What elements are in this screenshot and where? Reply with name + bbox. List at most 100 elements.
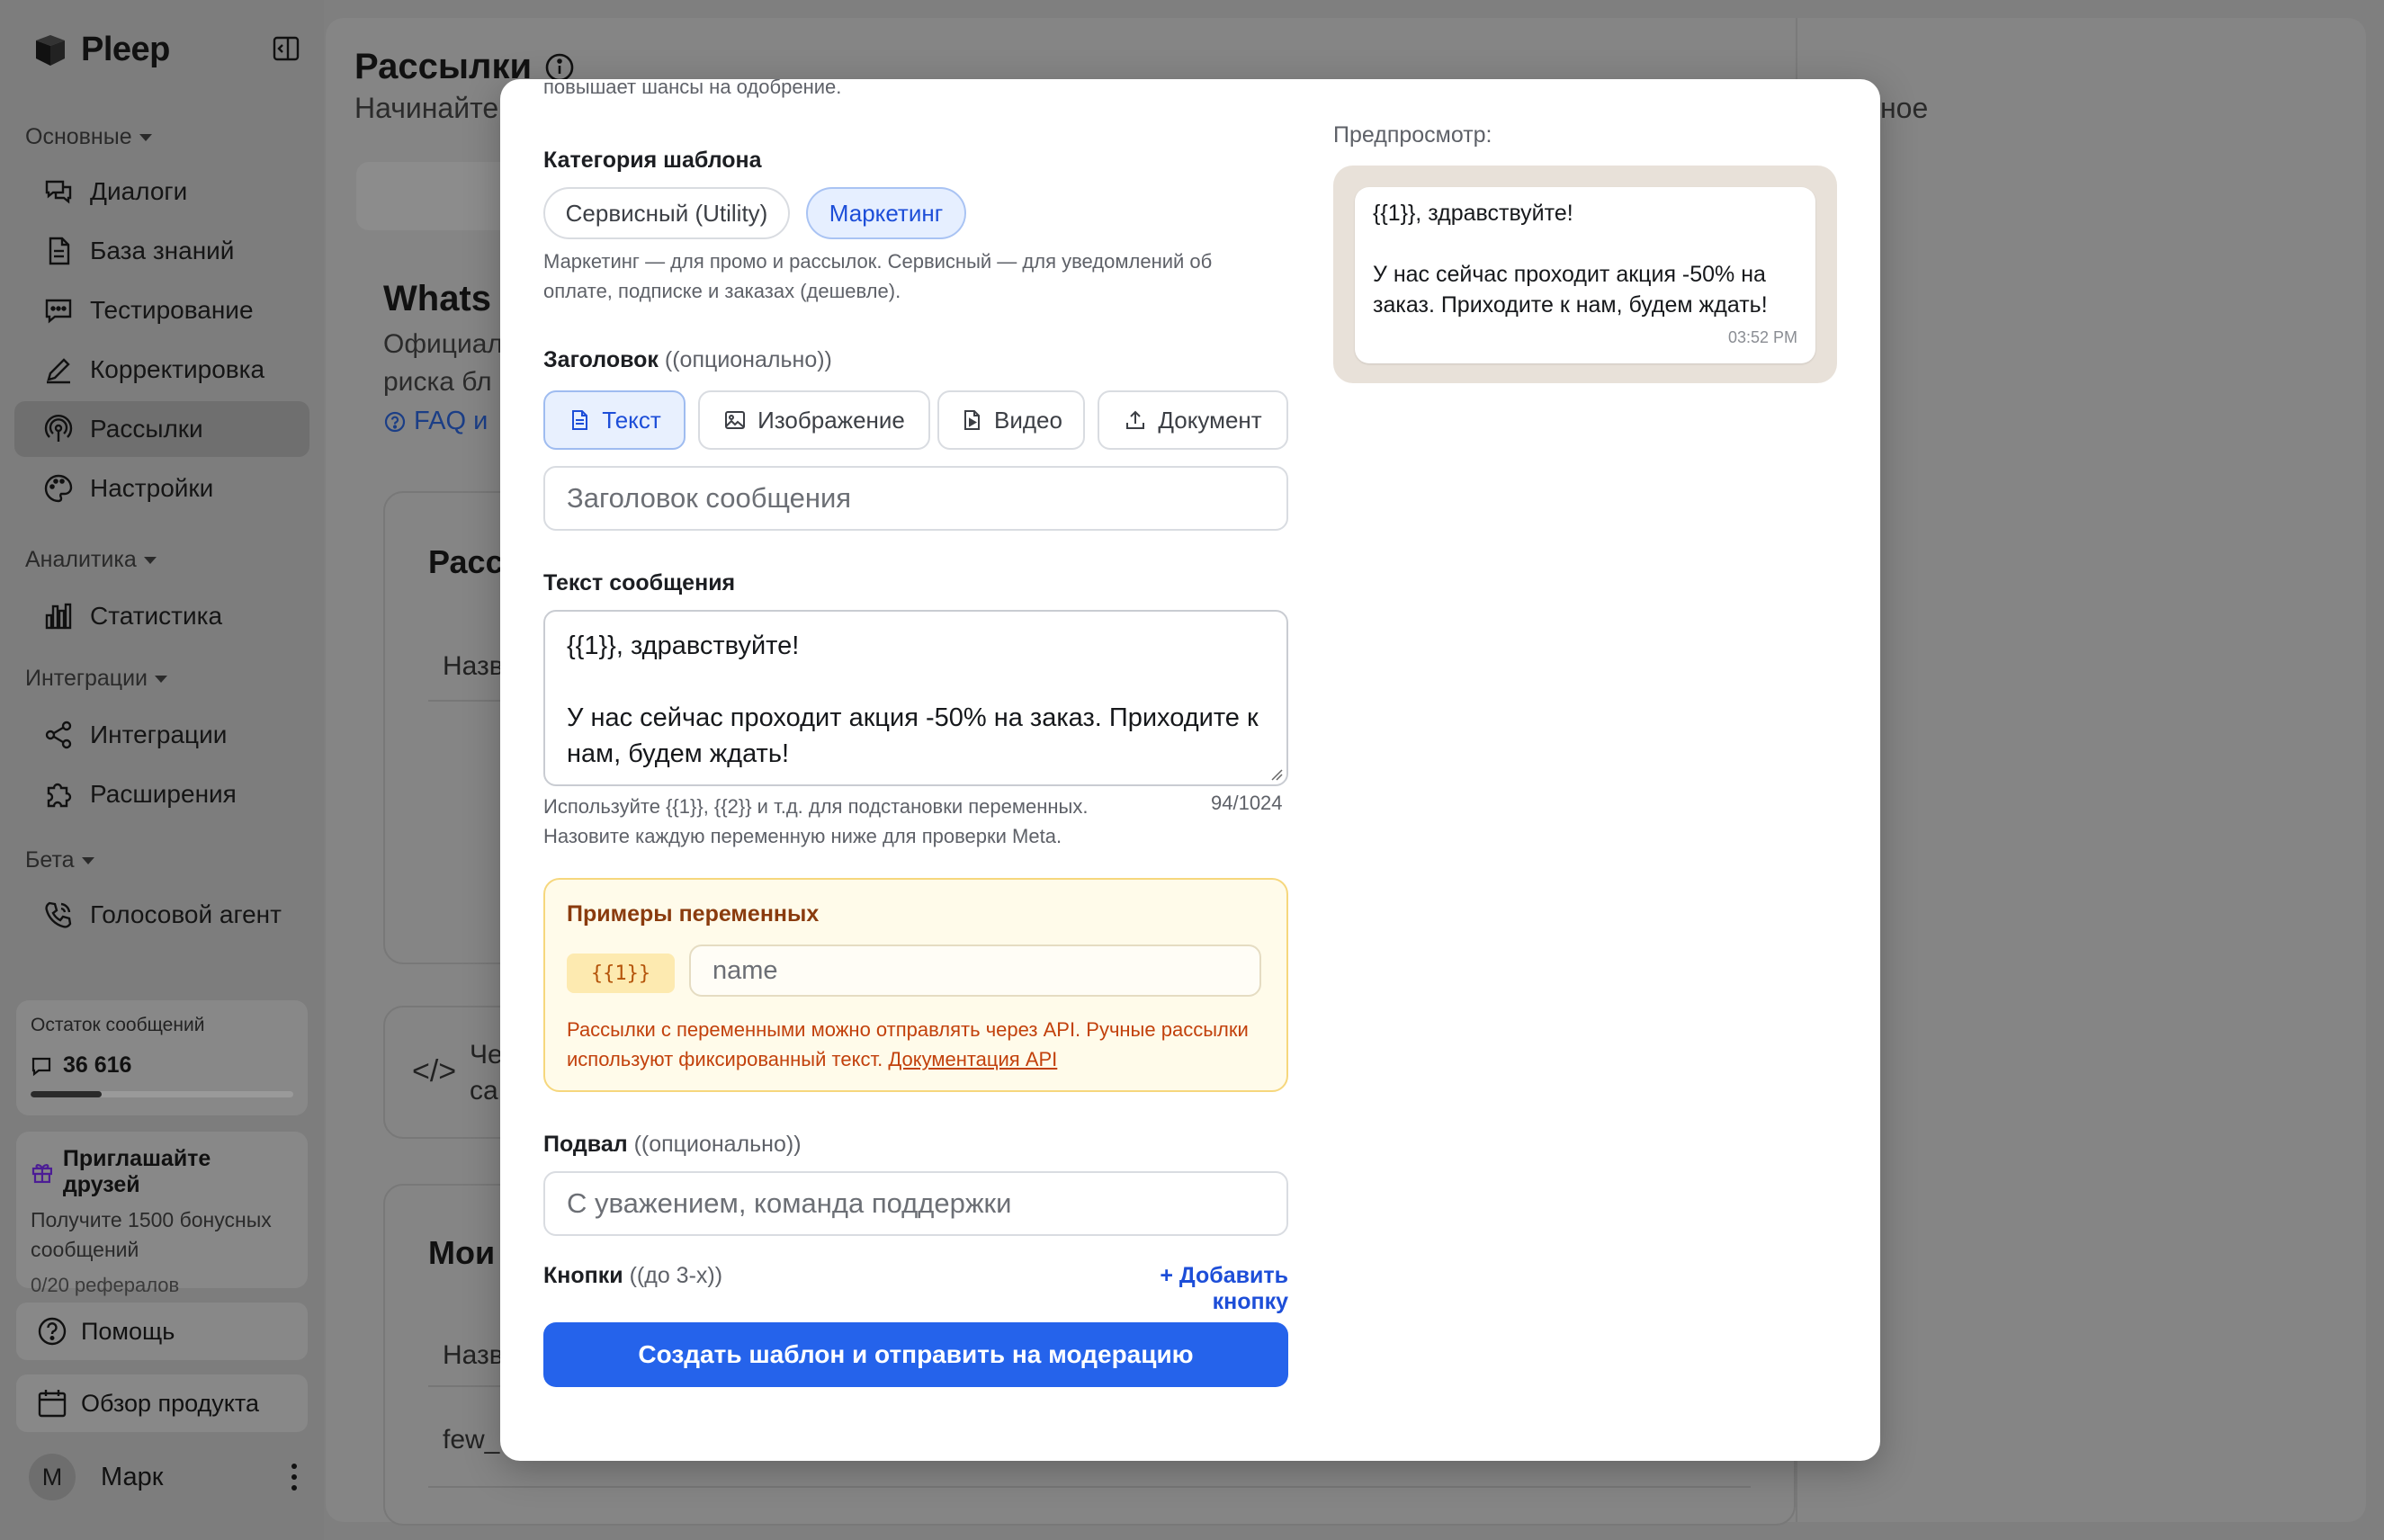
header-type-video-button[interactable]: Видео: [937, 390, 1085, 450]
sidebar-item-extensions[interactable]: Расширения: [14, 766, 309, 822]
balance-title: Остаток сообщений: [31, 1015, 205, 1035]
tab-strip: [356, 162, 518, 230]
category-label: Категория шаблона: [543, 148, 762, 173]
calendar-icon: [38, 1390, 67, 1418]
sidebar-item-statistics[interactable]: Статистика: [14, 588, 309, 644]
invite-friends-card[interactable]: Приглашайте друзей Получите 1500 бонусны…: [16, 1132, 308, 1296]
sidebar: Pleep Основные Диалоги База знаний Тести…: [0, 0, 324, 1540]
header-type-image-button[interactable]: Изображение: [698, 390, 930, 450]
category-help: Маркетинг — для промо и рассылок. Сервис…: [543, 250, 1213, 302]
help-button[interactable]: Помощь: [16, 1303, 308, 1360]
message-preview: {{1}}, здравствуйте! У нас сейчас проход…: [1333, 166, 1837, 383]
sidebar-item-settings[interactable]: Настройки: [14, 461, 309, 516]
upload-icon: [1126, 410, 1145, 429]
bar-chart-icon: [45, 603, 72, 630]
question-circle-icon: [38, 1317, 67, 1346]
body-help: Используйте {{1}}, {{2}} и т.д. для подс…: [543, 795, 1089, 847]
category-utility-chip[interactable]: Сервисный (Utility): [543, 187, 790, 239]
app-window: Pleep Основные Диалоги База знаний Тести…: [0, 0, 2384, 1540]
share-nodes-icon: [45, 721, 72, 749]
add-button-link[interactable]: + Добавить кнопку: [1081, 1263, 1288, 1315]
hint-text: повышает шансы на одобрение.: [543, 79, 842, 98]
balance-progress: [31, 1091, 293, 1097]
more-vertical-icon[interactable]: [290, 1461, 299, 1493]
api-docs-link[interactable]: Документация API: [888, 1048, 1057, 1070]
brand-name: Pleep: [81, 30, 170, 68]
footer-label: Подвал ((опционально)): [543, 1132, 802, 1157]
page-subtitle: Начинайте: [354, 92, 499, 124]
header-type-text-button[interactable]: Текст: [543, 390, 686, 450]
create-template-modal: повышает шансы на одобрение. Категория ш…: [500, 79, 1880, 1461]
phone-icon: [45, 901, 72, 928]
avatar: М: [29, 1454, 76, 1500]
caret-down-icon: [143, 556, 157, 564]
sidebar-item-dialogs[interactable]: Диалоги: [14, 164, 309, 219]
sidebar-item-integrations[interactable]: Интеграции: [14, 707, 309, 763]
variables-box: Примеры переменных {{1}} name Рассылки с…: [543, 878, 1288, 1092]
chat-bubbles-icon: [45, 180, 72, 204]
body-textarea[interactable]: {{1}}, здравствуйте! У нас сейчас проход…: [543, 610, 1288, 786]
category-marketing-chip[interactable]: Маркетинг: [806, 187, 966, 239]
sidebar-item-voice-agent[interactable]: Голосовой агент: [14, 887, 309, 943]
section-text: Официал риска бл: [383, 329, 503, 397]
gift-icon: [31, 1164, 52, 1184]
balance-progress-fill: [31, 1091, 102, 1097]
header-label: Заголовок ((опционально)): [543, 347, 832, 372]
section-beta[interactable]: Бета: [25, 847, 94, 873]
palette-icon: [44, 474, 73, 503]
divider: [428, 1486, 1751, 1488]
templates-panel-column: Назв: [443, 1340, 504, 1370]
resize-handle-icon[interactable]: [1270, 768, 1283, 781]
section-integrations[interactable]: Интеграции: [25, 666, 168, 692]
faq-link[interactable]: FAQ и: [383, 407, 488, 436]
mailings-panel-title: Расс: [428, 543, 504, 580]
body-label: Текст сообщения: [543, 570, 736, 595]
image-icon: [725, 411, 746, 429]
sidebar-item-testing[interactable]: Тестирование: [14, 282, 309, 338]
collapse-sidebar-icon[interactable]: [272, 34, 300, 63]
message-bubble: {{1}}, здравствуйте! У нас сейчас проход…: [1355, 187, 1815, 363]
api-panel-text-1: Че: [470, 1040, 503, 1070]
brand[interactable]: Pleep: [32, 27, 170, 72]
header-input[interactable]: Заголовок сообщения: [543, 466, 1288, 531]
product-tour-button[interactable]: Обзор продукта: [16, 1374, 308, 1432]
footer-input[interactable]: С уважением, команда поддержки: [543, 1171, 1288, 1236]
section-analytics[interactable]: Аналитика: [25, 547, 157, 573]
caret-down-icon: [139, 133, 152, 141]
variables-title: Примеры переменных: [567, 901, 820, 927]
section-main[interactable]: Основные: [25, 124, 152, 150]
char-counter: 94/1024: [1211, 792, 1283, 814]
balance-value: 36 616: [31, 1052, 293, 1079]
logo-icon: [36, 35, 65, 66]
api-panel-text-2: са: [470, 1076, 498, 1106]
sidebar-item-knowledge-base[interactable]: База знаний: [14, 223, 309, 279]
document-icon: [49, 237, 70, 265]
sidebar-item-mailings[interactable]: Рассылки: [14, 401, 309, 457]
submit-template-button[interactable]: Создать шаблон и отправить на модерацию: [543, 1322, 1288, 1387]
buttons-label: Кнопки ((до 3-х)): [543, 1263, 723, 1288]
message-icon: [31, 1057, 51, 1076]
pencil-icon: [47, 358, 70, 384]
template-row-name: few_: [443, 1425, 500, 1455]
caret-down-icon: [81, 856, 94, 864]
sidebar-item-correction[interactable]: Корректировка: [14, 342, 309, 398]
video-file-icon: [964, 410, 981, 430]
user-name: Марк: [101, 1462, 164, 1491]
page-subtitle-tail: ное: [1880, 92, 1929, 124]
message-balance-card: Остаток сообщений 36 616: [16, 1000, 308, 1115]
broadcast-icon: [44, 415, 73, 442]
user-menu[interactable]: М Марк: [29, 1452, 299, 1502]
question-circle-icon: [384, 411, 406, 432]
header-type-document-button[interactable]: Документ: [1098, 390, 1288, 450]
invite-description: Получите 1500 бонусных сообщений: [31, 1208, 272, 1261]
mailings-panel-column: Назв: [443, 651, 504, 681]
invite-referrals: 0/20 рефералов: [31, 1274, 180, 1296]
variable-tag: {{1}}: [567, 954, 675, 993]
variables-note: Рассылки с переменными можно отправлять …: [567, 1018, 1249, 1070]
document-icon: [572, 410, 588, 430]
message-time: 03:52 PM: [1727, 328, 1797, 346]
info-icon[interactable]: [544, 52, 575, 83]
variable-example-input[interactable]: name: [689, 945, 1261, 997]
code-icon: </>: [412, 1054, 457, 1088]
templates-panel-title: Мои: [428, 1234, 496, 1271]
